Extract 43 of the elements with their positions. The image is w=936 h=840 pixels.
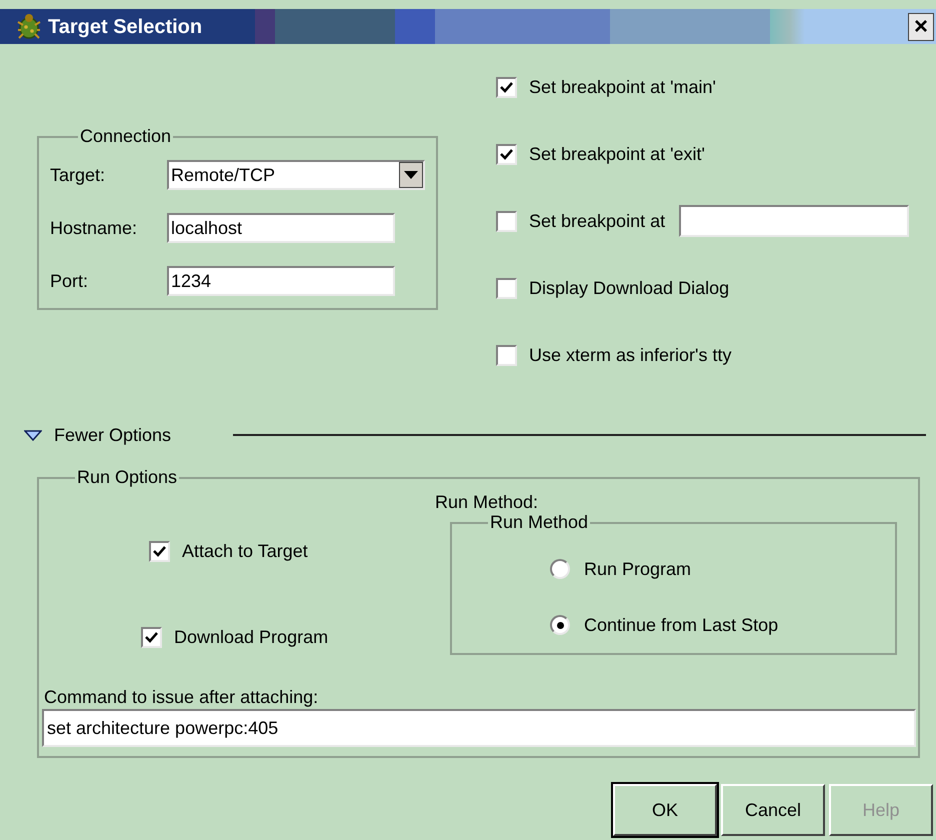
target-dropdown[interactable]: Remote/TCP bbox=[167, 160, 425, 190]
checkmark-icon bbox=[144, 630, 159, 644]
checkbox[interactable] bbox=[141, 626, 162, 648]
group-label: Connection bbox=[79, 125, 172, 148]
checkbox[interactable] bbox=[496, 278, 517, 298]
checkbox-label: Set breakpoint at 'main' bbox=[529, 76, 716, 99]
dialog-button[interactable]: OK bbox=[613, 784, 717, 836]
field-label: Target: bbox=[50, 164, 106, 187]
radio-label: Continue from Last Stop bbox=[584, 614, 778, 637]
checkbox-label: Use xterm as inferior's tty bbox=[529, 344, 732, 367]
radio-button[interactable] bbox=[550, 559, 570, 579]
caret-icon bbox=[404, 171, 418, 179]
checkbox[interactable] bbox=[496, 210, 517, 232]
command-field[interactable]: set architecture powerpc:405 bbox=[42, 709, 916, 747]
checkmark-icon bbox=[499, 146, 514, 162]
dialog-button[interactable]: Cancel bbox=[721, 784, 825, 836]
dropdown-arrow-button[interactable] bbox=[399, 162, 423, 188]
checkbox-label: Download Program bbox=[174, 626, 328, 649]
field-label: Command to issue after attaching: bbox=[44, 686, 320, 706]
input-field[interactable]: 1234 bbox=[167, 266, 395, 296]
field-label: Port: bbox=[50, 270, 90, 292]
options-toggle[interactable]: Fewer Options bbox=[24, 422, 172, 448]
checkbox[interactable] bbox=[496, 144, 517, 164]
radio-label: Run Program bbox=[584, 558, 692, 581]
group-label: Run Options bbox=[76, 466, 178, 489]
group-label: Run Method bbox=[489, 511, 590, 534]
triangle-down-icon bbox=[24, 430, 42, 440]
checkmark-icon bbox=[499, 80, 514, 94]
checkbox-label: Attach to Target bbox=[182, 540, 308, 563]
checkbox[interactable] bbox=[149, 540, 170, 562]
close-button[interactable]: × bbox=[908, 12, 934, 40]
field-label: Hostname: bbox=[50, 216, 138, 240]
radio-button[interactable] bbox=[550, 615, 570, 635]
checkbox-label: Set breakpoint at bbox=[529, 210, 666, 233]
checkbox-label: Display Download Dialog bbox=[529, 276, 730, 300]
input-field[interactable]: localhost bbox=[167, 213, 395, 243]
section-label: Run Method: bbox=[435, 491, 540, 513]
window-title: Target Selection bbox=[48, 14, 202, 40]
checkbox-label: Set breakpoint at 'exit' bbox=[529, 142, 705, 166]
input-field[interactable] bbox=[679, 205, 910, 237]
checkbox[interactable] bbox=[496, 76, 517, 98]
checkbox[interactable] bbox=[496, 344, 517, 366]
checkmark-icon bbox=[152, 544, 167, 558]
